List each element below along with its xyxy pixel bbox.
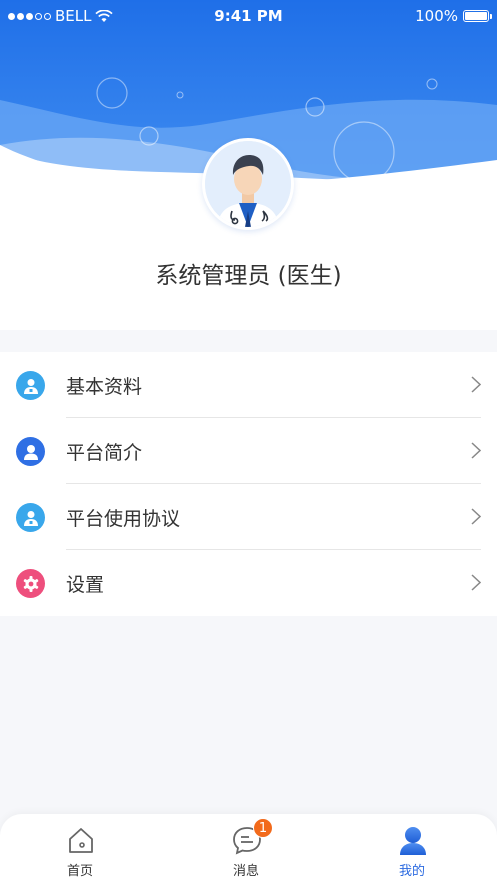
avatar[interactable] [202, 138, 294, 230]
profile-header: BELL 9:41 PM 100% 系统管理员 (医生) [0, 0, 497, 330]
tab-label: 首页 [66, 864, 93, 879]
menu-item-usage-agreement[interactable]: 平台使用协议 [0, 484, 497, 550]
menu-item-label: 设置 [66, 574, 105, 596]
user-circle-icon [16, 437, 45, 466]
doctor-profile-icon [16, 371, 45, 400]
tab-label: 消息 [232, 864, 259, 879]
menu-item-label: 基本资料 [66, 376, 143, 398]
tab-home[interactable]: 首页 [20, 814, 140, 883]
doctor-avatar-icon [205, 141, 291, 227]
chevron-right-icon [471, 442, 481, 459]
menu-item-label: 平台使用协议 [66, 508, 181, 530]
menu-item-label: 平台简介 [66, 442, 143, 464]
profile-name: 系统管理员 (医生) [155, 263, 342, 289]
menu-item-platform-intro[interactable]: 平台简介 [0, 418, 497, 484]
gear-icon [16, 569, 45, 598]
battery-icon [463, 10, 492, 22]
tab-mine[interactable]: 我的 [352, 814, 472, 883]
person-icon [400, 827, 426, 855]
menu-item-settings[interactable]: 设置 [0, 550, 497, 616]
menu-list: 基本资料 平台简介 平台使用协议 设置 [0, 352, 497, 616]
doctor-agreement-icon [16, 503, 45, 532]
battery-percent: 100% [415, 7, 458, 25]
menu-item-basic-info[interactable]: 基本资料 [0, 352, 497, 418]
tab-messages[interactable]: 1 消息 [186, 814, 306, 883]
tab-bar: 首页 1 消息 我的 [0, 814, 497, 883]
home-icon [69, 828, 93, 853]
chevron-right-icon [471, 376, 481, 393]
chevron-right-icon [471, 574, 481, 591]
battery-status: 100% [415, 7, 492, 25]
unread-badge: 1 [253, 818, 273, 838]
status-bar: BELL 9:41 PM 100% [0, 0, 497, 32]
tab-label: 我的 [398, 864, 425, 879]
chevron-right-icon [471, 508, 481, 525]
